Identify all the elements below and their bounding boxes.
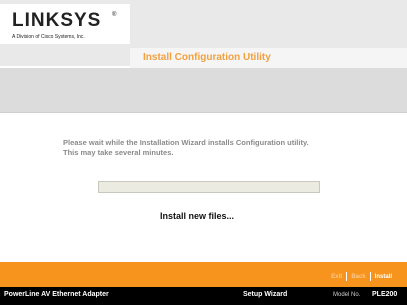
- install-button[interactable]: Install: [375, 274, 392, 280]
- logo-subtitle: A Division of Cisco Systems, Inc.: [12, 34, 85, 40]
- page-title: Install Configuration Utility: [143, 52, 271, 63]
- header-band: [0, 68, 407, 112]
- model-label: Model No.: [333, 292, 361, 298]
- logo-registered-mark: ®: [112, 12, 117, 18]
- divider: [0, 112, 407, 113]
- back-button[interactable]: Back: [351, 274, 365, 280]
- nav-divider: [369, 272, 371, 281]
- title-tab: Install Configuration Utility: [130, 48, 407, 68]
- model-number: PLE200: [372, 291, 398, 298]
- linksys-logo: LINKSYS ® A Division of Cisco Systems, I…: [0, 4, 130, 44]
- exit-button[interactable]: Exit: [331, 274, 342, 280]
- nav-bar: Exit Back Install: [0, 262, 407, 287]
- status-text: Install new files...: [160, 211, 235, 221]
- message-line-1: Please wait while the Installation Wizar…: [63, 138, 309, 147]
- footer: PowerLine AV Ethernet Adapter Setup Wiza…: [0, 287, 407, 305]
- product-name: PowerLine AV Ethernet Adapter: [4, 291, 109, 298]
- nav-buttons: Exit Back Install: [331, 272, 392, 281]
- message-line-2: This may take several minutes.: [63, 148, 174, 157]
- wizard-name: Setup Wizard: [243, 291, 288, 298]
- nav-divider: [346, 272, 348, 281]
- install-message: Please wait while the Installation Wizar…: [63, 138, 393, 158]
- header: LINKSYS ® A Division of Cisco Systems, I…: [0, 0, 407, 68]
- progress-bar: [98, 181, 320, 193]
- logo-text: LINKSYS: [12, 10, 102, 31]
